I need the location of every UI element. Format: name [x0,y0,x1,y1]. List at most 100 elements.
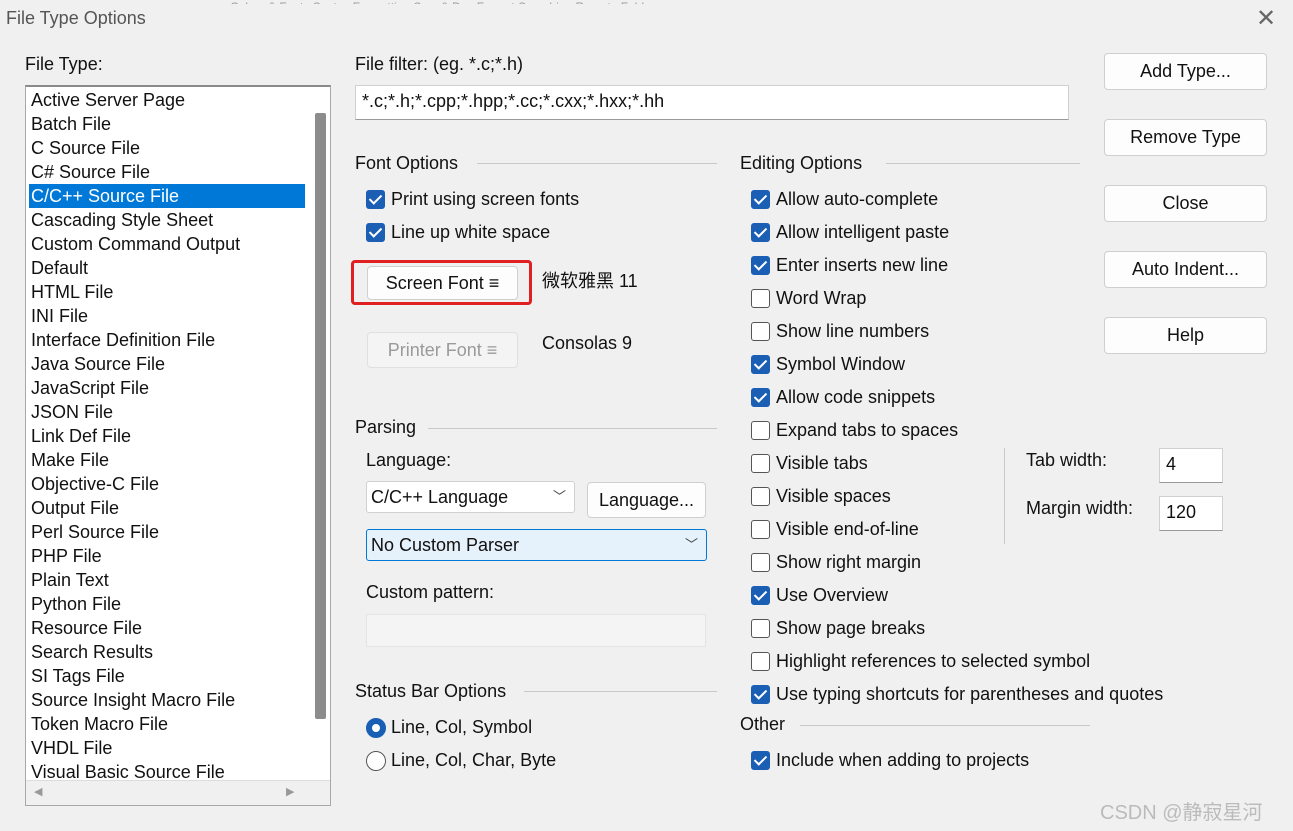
file-type-list-item[interactable]: Default [29,256,305,280]
editing-option-checkbox[interactable] [751,322,770,341]
auto-indent-button[interactable]: Auto Indent... [1104,251,1267,288]
custom-pattern-label: Custom pattern: [366,582,495,602]
editing-option-checkbox[interactable] [751,355,770,374]
printer-font-button[interactable]: Printer Font ≡ [367,332,518,368]
file-type-list-item[interactable]: Custom Command Output [29,232,305,256]
editing-option-label: Visible tabs [776,453,868,473]
scroll-right-icon[interactable]: ▶ [286,785,294,798]
file-type-list-item[interactable]: Search Results [29,640,305,664]
custom-parser-select-value: No Custom Parser [371,535,520,555]
file-type-list-item[interactable]: Token Macro File [29,712,305,736]
editing-option-checkbox[interactable] [751,520,770,539]
file-type-list-item[interactable]: Perl Source File [29,520,305,544]
status-line-col-char-byte-label: Line, Col, Char, Byte [391,750,557,770]
editing-option-label: Highlight references to selected symbol [776,651,1091,671]
editing-option-label: Use Overview [776,585,889,605]
file-type-list-item[interactable]: JSON File [29,400,305,424]
editing-option-label: Use typing shortcuts for parentheses and… [776,684,1164,704]
file-type-list-item[interactable]: Objective-C File [29,472,305,496]
file-type-items: Active Server Page Batch File C Source Fil… [29,88,305,784]
custom-pattern-input[interactable] [366,614,706,647]
remove-type-button[interactable]: Remove Type [1104,119,1267,156]
editing-option-checkbox[interactable] [751,190,770,209]
editing-option-checkbox[interactable] [751,652,770,671]
watermark: CSDN @静寂星河 [1100,802,1263,824]
margin-width-input[interactable]: 120 [1159,496,1223,531]
status-bar-divider [524,691,717,692]
language-button[interactable]: Language... [587,482,706,518]
file-type-list-item[interactable]: Source Insight Macro File [29,688,305,712]
file-type-list-item[interactable]: Link Def File [29,424,305,448]
parsing-title: Parsing [355,417,417,437]
file-type-list-item[interactable]: Output File [29,496,305,520]
editing-option-checkbox[interactable] [751,553,770,572]
close-icon[interactable]: ✕ [1252,5,1280,33]
chevron-down-icon: ﹀ [684,537,698,552]
file-type-list-item[interactable]: JavaScript File [29,376,305,400]
language-select[interactable]: C/C++ Language ﹀ [366,481,575,513]
editing-option-checkbox[interactable] [751,487,770,506]
print-screen-fonts-checkbox[interactable] [366,190,385,209]
include-when-adding-checkbox[interactable] [751,751,770,770]
custom-parser-select[interactable]: No Custom Parser ﹀ [366,529,707,561]
editing-option-checkbox[interactable] [751,586,770,605]
file-type-list-item[interactable]: SI Tags File [29,664,305,688]
status-line-col-char-byte-radio[interactable] [366,751,386,771]
line-up-white-space-checkbox[interactable] [366,223,385,242]
editing-option-label: Expand tabs to spaces [776,420,959,440]
editing-option-label: Enter inserts new line [776,255,949,275]
file-type-list-item[interactable]: C# Source File [29,160,305,184]
editing-option-label: Show page breaks [776,618,926,638]
editing-option-label: Allow intelligent paste [776,222,950,242]
font-options-title: Font Options [355,153,459,173]
file-type-list-item[interactable]: Interface Definition File [29,328,305,352]
file-filter-input[interactable]: *.c;*.h;*.cpp;*.hpp;*.cc;*.cxx;*.hxx;*.h… [355,85,1069,120]
file-type-list-item[interactable]: C Source File [29,136,305,160]
window-title: File Type Options [6,8,146,28]
add-type-button[interactable]: Add Type... [1104,53,1267,90]
editing-option-checkbox[interactable] [751,256,770,275]
close-button[interactable]: Close [1104,185,1267,222]
file-type-list-item[interactable]: Java Source File [29,352,305,376]
file-type-list-item[interactable]: Make File [29,448,305,472]
file-filter-label: File filter: (eg. *.c;*.h) [355,54,524,74]
help-button[interactable]: Help [1104,317,1267,354]
file-type-list-item[interactable]: Cascading Style Sheet [29,208,305,232]
file-type-list-item[interactable]: Active Server Page [29,88,305,112]
editing-option-checkbox[interactable] [751,421,770,440]
printer-font-value: Consolas 9 [542,333,633,353]
file-type-list-item[interactable]: Plain Text [29,568,305,592]
file-type-list-item[interactable]: INI File [29,304,305,328]
editing-option-checkbox[interactable] [751,289,770,308]
editing-option-checkbox[interactable] [751,619,770,638]
editing-option-checkbox[interactable] [751,685,770,704]
tab-width-input[interactable]: 4 [1159,448,1223,483]
file-type-list-item[interactable]: HTML File [29,280,305,304]
include-when-adding-label: Include when adding to projects [776,750,1030,770]
print-screen-fonts-label: Print using screen fonts [391,189,580,209]
editing-option-checkbox[interactable] [751,388,770,407]
language-label: Language: [366,450,452,470]
editing-option-checkbox[interactable] [751,454,770,473]
list-horizontal-scrollbar[interactable]: ◀ ▶ [26,780,330,805]
file-type-list-item[interactable]: PHP File [29,544,305,568]
file-type-list-item[interactable]: C/C++ Source File [29,184,305,208]
background-tab-strip: Colors & Fonts Syntax Formatting Sym & D… [230,0,1090,4]
editing-option-label: Symbol Window [776,354,906,374]
status-line-col-symbol-radio[interactable] [366,718,386,738]
file-type-list[interactable]: Active Server Page Batch File C Source Fil… [25,85,331,806]
parsing-divider [428,428,717,429]
editing-option-label: Allow code snippets [776,387,936,407]
list-vertical-scrollbar[interactable] [315,113,326,719]
file-type-label: File Type: [25,54,103,74]
tab-margin-separator [1004,448,1005,544]
file-type-list-item[interactable]: Batch File [29,112,305,136]
tab-width-label: Tab width: [1026,450,1108,470]
editing-option-checkbox[interactable] [751,223,770,242]
language-select-value: C/C++ Language [371,487,509,507]
file-type-list-item[interactable]: VHDL File [29,736,305,760]
scroll-left-icon[interactable]: ◀ [34,785,42,798]
file-type-list-item[interactable]: Resource File [29,616,305,640]
file-type-list-item[interactable]: Python File [29,592,305,616]
editing-options-title: Editing Options [740,153,863,173]
